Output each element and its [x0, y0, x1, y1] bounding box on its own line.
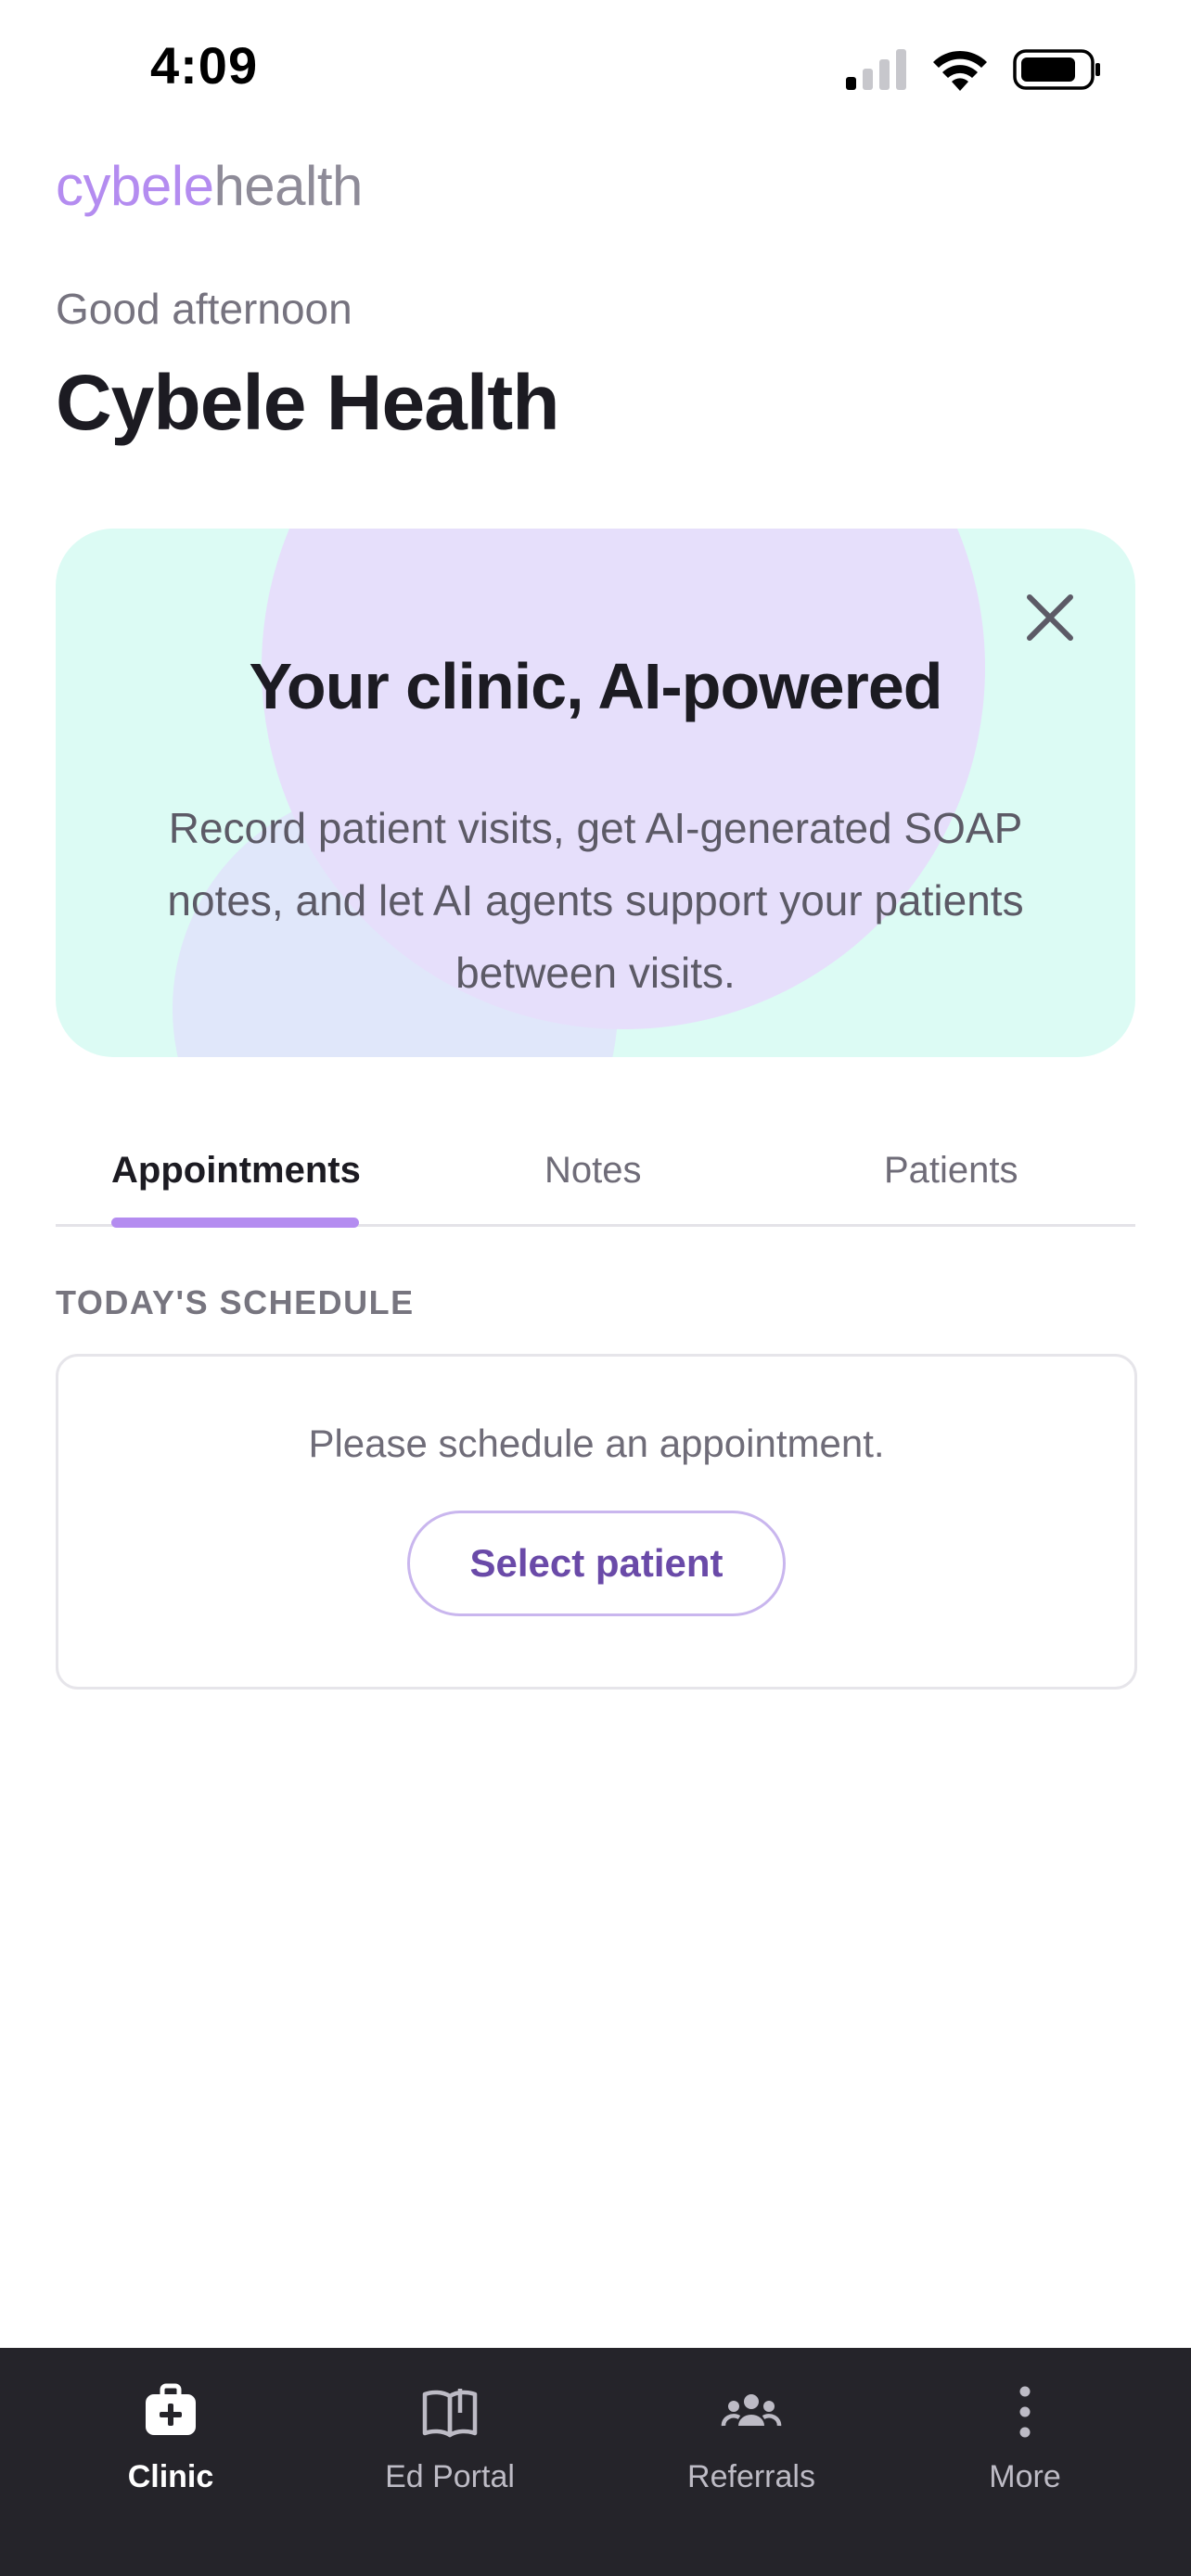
- nav-item-referrals[interactable]: Referrals: [668, 2381, 835, 2495]
- nav-label-clinic: Clinic: [127, 2459, 214, 2494]
- greeting-text: Good afternoon: [56, 285, 352, 333]
- promo-banner: Your clinic, AI-powered Record patient v…: [56, 529, 1135, 1057]
- people-group-icon: [721, 2394, 782, 2427]
- clinic-name: Cybele Health: [56, 359, 560, 446]
- battery-icon: [1013, 49, 1100, 90]
- section-heading: TODAY'S SCHEDULE: [56, 1283, 415, 1321]
- promo-title: Your clinic, AI-powered: [249, 650, 942, 722]
- empty-state-text: Please schedule an appointment.: [308, 1422, 885, 1465]
- promo-body: Record patient visits, get AI-generated …: [167, 804, 1024, 997]
- cellular-signal-icon: [846, 49, 906, 90]
- close-icon[interactable]: [1022, 590, 1078, 645]
- status-icons: [846, 48, 1102, 91]
- book-open-icon: [422, 2389, 478, 2438]
- select-patient-button[interactable]: Select patient: [407, 1511, 786, 1616]
- brand-logo-part1: cybele: [56, 155, 214, 217]
- tab-appointments[interactable]: Appointments: [111, 1150, 361, 1192]
- schedule-card: Please schedule an appointment. Select p…: [56, 1354, 1137, 1690]
- more-vertical-icon: [1019, 2386, 1031, 2438]
- status-bar: 4:09: [0, 0, 1191, 139]
- bottom-navigation: Clinic Ed Portal Referrals More: [0, 2348, 1191, 2576]
- nav-item-ed-portal[interactable]: Ed Portal: [362, 2381, 538, 2495]
- nav-label-more: More: [989, 2459, 1061, 2494]
- nav-item-clinic[interactable]: Clinic: [115, 2381, 226, 2495]
- tab-active-indicator: [111, 1218, 359, 1228]
- brand-logo-part2: health: [213, 155, 363, 217]
- nav-label-ed-portal: Ed Portal: [385, 2459, 515, 2494]
- tab-notes[interactable]: Notes: [544, 1150, 642, 1192]
- tab-bar: Appointments Notes Patients: [56, 1103, 1135, 1228]
- nav-item-more[interactable]: More: [965, 2381, 1085, 2495]
- brand-logo: cybelehealth: [56, 154, 363, 218]
- nav-label-referrals: Referrals: [687, 2459, 815, 2494]
- medical-bag-icon: [146, 2383, 196, 2435]
- wifi-icon: [933, 50, 987, 91]
- status-time: 4:09: [150, 36, 259, 95]
- tab-patients[interactable]: Patients: [884, 1150, 1018, 1192]
